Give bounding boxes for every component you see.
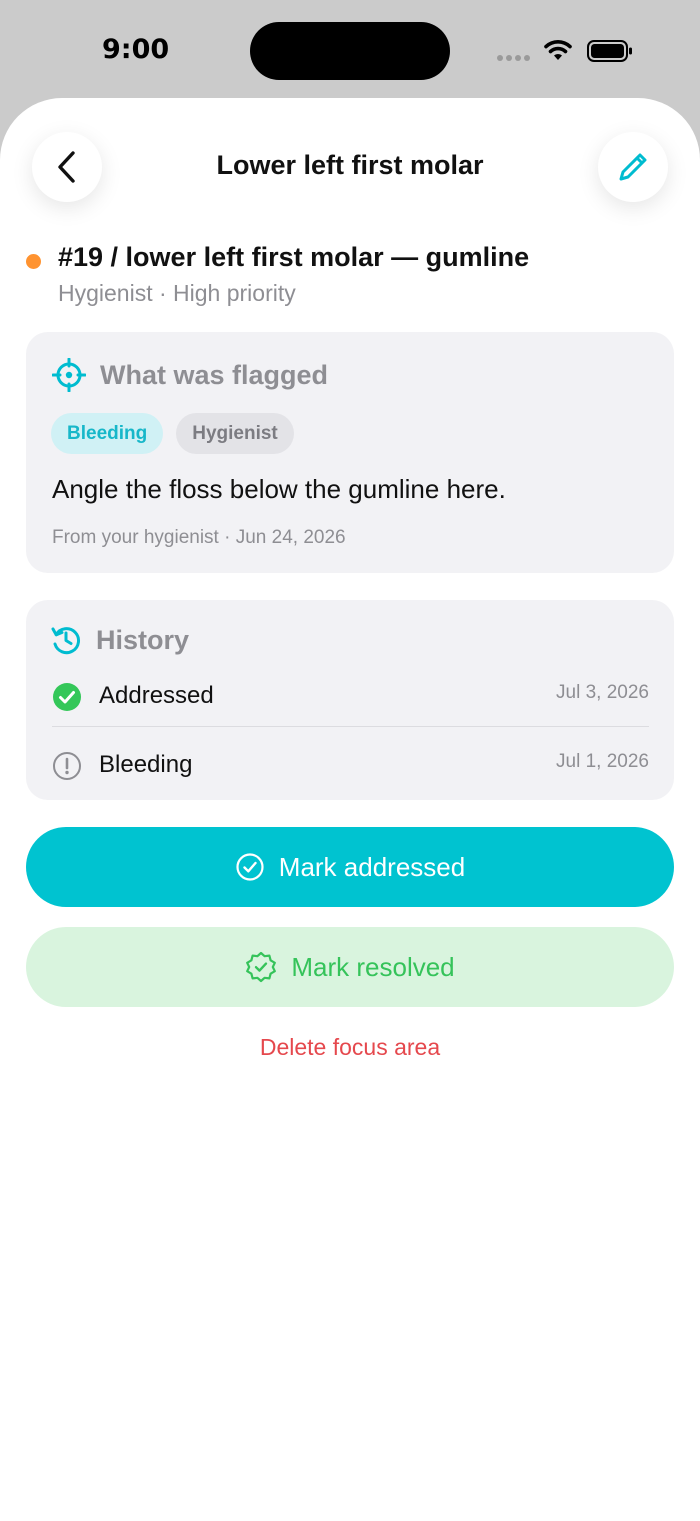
cellular-signal-icon bbox=[497, 55, 530, 61]
flag-meta: From your hygienist · Jun 24, 2026 bbox=[52, 527, 346, 548]
edit-button[interactable] bbox=[598, 132, 668, 202]
history-entry-label: Bleeding bbox=[99, 751, 193, 778]
mark-addressed-button[interactable]: Mark addressed bbox=[26, 827, 674, 907]
tag-bleeding: Bleeding bbox=[51, 413, 164, 454]
history-entry: Addressed Jul 3, 2026 bbox=[52, 674, 649, 734]
mark-resolved-button[interactable]: Mark resolved bbox=[26, 927, 674, 1007]
priority-dot bbox=[26, 254, 41, 269]
history-card: History Addressed Jul 3, 2026 Bleeding J… bbox=[26, 600, 674, 800]
page-title: Lower left first molar bbox=[216, 150, 484, 180]
battery-icon bbox=[587, 40, 632, 62]
crosshair-icon bbox=[52, 358, 86, 392]
history-entry-label: Addressed bbox=[99, 682, 214, 709]
status-icons bbox=[495, 36, 640, 66]
verified-badge-icon bbox=[246, 951, 277, 983]
detail-sheet: Lower left first molar #19 / lower left … bbox=[0, 98, 700, 1521]
check-circle-outline-icon bbox=[236, 853, 264, 881]
delete-focus-area-button[interactable]: Delete focus area bbox=[0, 1034, 700, 1061]
history-title: History bbox=[96, 624, 190, 655]
mark-addressed-label: Mark addressed bbox=[278, 851, 466, 882]
flag-card-header: What was flagged bbox=[52, 358, 328, 392]
history-entry-date: Jul 1, 2026 bbox=[556, 751, 649, 772]
status-time: 9:00 bbox=[102, 34, 170, 65]
history-header: History bbox=[50, 624, 189, 656]
flag-card: What was flagged Bleeding Hygienist Angl… bbox=[26, 332, 674, 573]
divider bbox=[52, 726, 649, 727]
dynamic-island bbox=[250, 22, 450, 80]
wifi-icon bbox=[544, 40, 572, 60]
exclamation-circle-icon bbox=[53, 752, 81, 780]
flag-card-title: What was flagged bbox=[100, 359, 329, 390]
focus-area-title: #19 / lower left first molar — gumline bbox=[58, 242, 530, 272]
mark-resolved-label: Mark resolved bbox=[291, 951, 455, 982]
check-circle-icon bbox=[53, 683, 81, 711]
history-entry-date: Jul 3, 2026 bbox=[556, 682, 649, 703]
focus-area-subtitle: Hygienist · High priority bbox=[58, 280, 296, 306]
status-bar: 9:00 bbox=[0, 0, 700, 100]
history-entry: Bleeding Jul 1, 2026 bbox=[52, 743, 649, 803]
flag-note: Angle the floss below the gumline here. bbox=[52, 474, 506, 504]
history-icon bbox=[51, 627, 81, 655]
tag-list: Bleeding Hygienist bbox=[51, 413, 294, 454]
tag-hygienist: Hygienist bbox=[176, 413, 294, 454]
pencil-icon bbox=[619, 153, 647, 181]
